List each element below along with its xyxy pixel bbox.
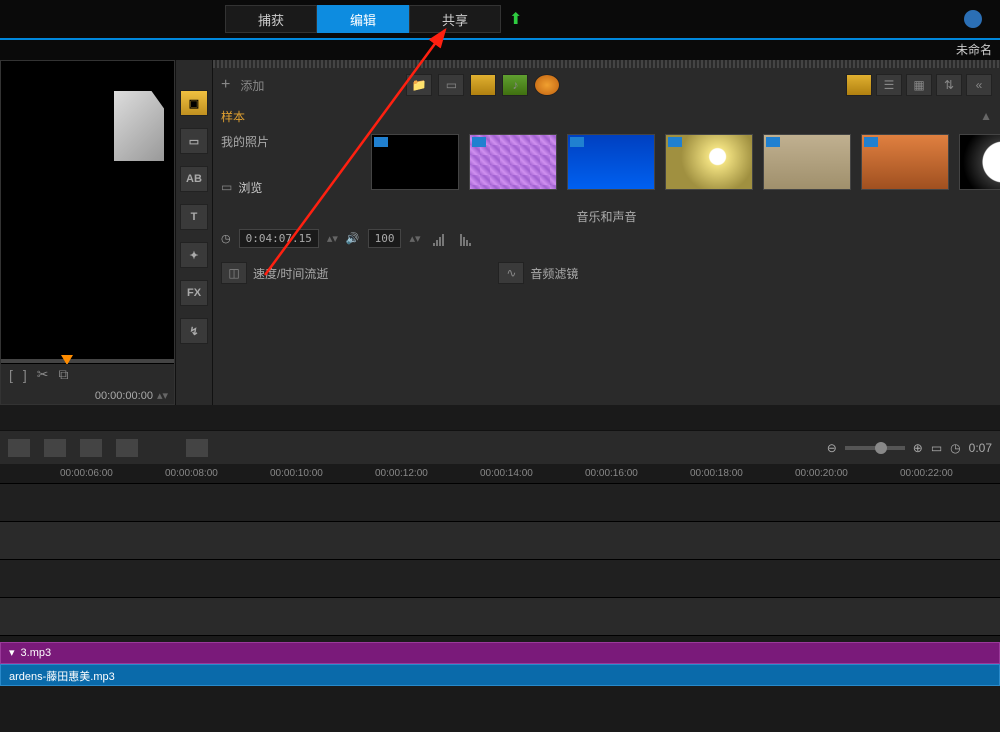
fade-out-icon[interactable] — [460, 232, 471, 246]
folder-icon[interactable]: 📁 — [406, 74, 432, 96]
zoom-out-icon[interactable]: ⊖ — [827, 441, 837, 455]
ruler-mark: 00:00:14:00 — [480, 468, 533, 479]
tl-tool-1-icon[interactable] — [8, 439, 30, 457]
media-panel: + 添加 📁 ▭ ♪ ☰ ▦ ⇅ « 样本 ▲ 我的照片 ▭ 浏览 — [213, 60, 1000, 405]
ruler-mark: 00:00:06:00 — [60, 468, 113, 479]
duration-field[interactable]: 0:04:07.15 — [239, 229, 319, 248]
cut-icon[interactable]: ✂ — [37, 366, 49, 383]
workspace: [ ] ✂ ⧉ 00:00:00:00 ▴▾ ▣ ▭ AB T ✦ FX ↯ +… — [0, 60, 1000, 405]
zoom-in-icon[interactable]: ⊕ — [913, 441, 923, 455]
view-thumb-icon[interactable] — [846, 74, 872, 96]
browse-icon[interactable]: ▭ — [221, 180, 232, 194]
ruler-mark: 00:00:08:00 — [165, 468, 218, 479]
volume-field[interactable]: 100 — [368, 229, 402, 248]
mark-in-icon[interactable]: [ — [9, 367, 13, 383]
tab-edit[interactable]: 编辑 — [317, 5, 409, 33]
audio-clip-2[interactable]: ardens-藤田惠美.mp3 — [0, 664, 1000, 686]
add-label: 添加 — [240, 77, 264, 94]
sort-icon[interactable]: ⇅ — [936, 74, 962, 96]
split-icon[interactable]: ⧉ — [59, 366, 69, 383]
overlay-track[interactable] — [0, 522, 1000, 560]
audio-clip-1[interactable]: ▾3.mp3 — [0, 642, 1000, 664]
folder-myphotos[interactable]: 我的照片 — [221, 133, 269, 150]
folder-sample[interactable]: 样本 — [221, 108, 245, 125]
collapse-icon[interactable]: « — [966, 74, 992, 96]
thumb-2[interactable] — [469, 134, 557, 190]
zoom-slider[interactable] — [845, 446, 905, 450]
speed-icon: ◫ — [221, 262, 247, 284]
path-tool-icon[interactable]: ↯ — [180, 318, 208, 344]
add-icon[interactable]: + — [221, 76, 230, 94]
timecode-stepper-icon[interactable]: ▴▾ — [157, 389, 168, 402]
tab-capture[interactable]: 捕获 — [225, 5, 317, 33]
ruler-mark: 00:00:18:00 — [690, 468, 743, 479]
volume-icon[interactable]: 🔊 — [346, 232, 360, 245]
mode-tabs: 捕获 编辑 共享 — [225, 5, 501, 33]
top-bar: 捕获 编辑 共享 ⬆ — [0, 0, 1000, 40]
playhead-slider[interactable] — [1, 359, 174, 363]
thumb-1[interactable] — [371, 134, 459, 190]
transition-tool-icon[interactable]: ▭ — [180, 128, 208, 154]
ruler-mark: 00:00:16:00 — [585, 468, 638, 479]
video-filter-icon[interactable]: ▭ — [438, 74, 464, 96]
text-tool[interactable]: T — [180, 204, 208, 230]
tool-column: ▣ ▭ AB T ✦ FX ↯ — [175, 60, 213, 405]
thumb-7[interactable] — [959, 134, 1000, 190]
panel-grip[interactable] — [213, 60, 1000, 68]
thumb-4[interactable] — [665, 134, 753, 190]
tl-tool-3-icon[interactable] — [80, 439, 102, 457]
project-title: 未命名 — [0, 40, 1000, 60]
tl-tool-2-icon[interactable] — [44, 439, 66, 457]
speed-time-button[interactable]: ◫ 速度/时间流逝 — [221, 262, 328, 284]
tl-tool-4-icon[interactable] — [116, 439, 138, 457]
ruler-mark: 00:00:10:00 — [270, 468, 323, 479]
ruler-mark: 00:00:20:00 — [795, 468, 848, 479]
ruler-mark: 00:00:22:00 — [900, 468, 953, 479]
tc-stepper-icon[interactable]: ▴▾ — [327, 232, 338, 245]
audio-filter-icon[interactable]: ♪ — [502, 74, 528, 96]
panel-toolbar: + 添加 📁 ▭ ♪ ☰ ▦ ⇅ « — [213, 68, 1000, 102]
fx-tool[interactable]: FX — [180, 280, 208, 306]
vol-stepper-icon[interactable]: ▴▾ — [409, 232, 420, 245]
voice-track[interactable] — [0, 598, 1000, 636]
audio-filter-button[interactable]: ∿ 音频滤镜 — [498, 262, 578, 284]
filter-icon: ∿ — [498, 262, 524, 284]
timeline-tracks: ▾3.mp3 ardens-藤田惠美.mp3 — [0, 484, 1000, 686]
preview-timecode: 00:00:00:00 — [95, 390, 153, 402]
browse-label[interactable]: 浏览 — [238, 179, 262, 196]
ruler-mark: 00:00:12:00 — [375, 468, 428, 479]
tl-tool-5-icon[interactable] — [186, 439, 208, 457]
globe-icon[interactable] — [964, 10, 982, 28]
view-list-icon[interactable]: ☰ — [876, 74, 902, 96]
video-track[interactable] — [0, 484, 1000, 522]
fit-icon[interactable]: ▭ — [931, 441, 942, 455]
media-tool-icon[interactable]: ▣ — [180, 90, 208, 116]
folder-list: 样本 ▲ — [213, 102, 1000, 130]
upload-icon[interactable]: ⬆ — [509, 9, 522, 29]
timeline-toolbar: ⊖ ⊕ ▭ ◷ 0:07 — [0, 430, 1000, 464]
clock2-icon[interactable]: ◷ — [950, 441, 960, 455]
title-tool-ab[interactable]: AB — [180, 166, 208, 192]
fade-in-icon[interactable] — [433, 232, 444, 246]
clock-icon[interactable]: ◷ — [221, 232, 231, 245]
thumbnail-row — [363, 130, 1000, 194]
thumb-3[interactable] — [567, 134, 655, 190]
disc-filter-icon[interactable] — [534, 74, 560, 96]
image-filter-icon[interactable] — [470, 74, 496, 96]
time-ruler[interactable]: 00:00:06:00 00:00:08:00 00:00:10:00 00:0… — [0, 464, 1000, 484]
preview-controls: [ ] ✂ ⧉ 00:00:00:00 ▴▾ — [1, 364, 174, 404]
view-grid-icon[interactable]: ▦ — [906, 74, 932, 96]
title-track[interactable] — [0, 560, 1000, 598]
thumb-5[interactable] — [763, 134, 851, 190]
mark-out-icon[interactable]: ] — [23, 367, 27, 383]
thumb-6[interactable] — [861, 134, 949, 190]
tab-share[interactable]: 共享 — [409, 5, 501, 33]
scroll-up-icon[interactable]: ▲ — [980, 109, 992, 123]
graphic-tool-icon[interactable]: ✦ — [180, 242, 208, 268]
preview-monitor: [ ] ✂ ⧉ 00:00:00:00 ▴▾ — [0, 60, 175, 405]
zoom-timecode: 0:07 — [969, 441, 992, 455]
music-file-icon — [114, 91, 164, 161]
